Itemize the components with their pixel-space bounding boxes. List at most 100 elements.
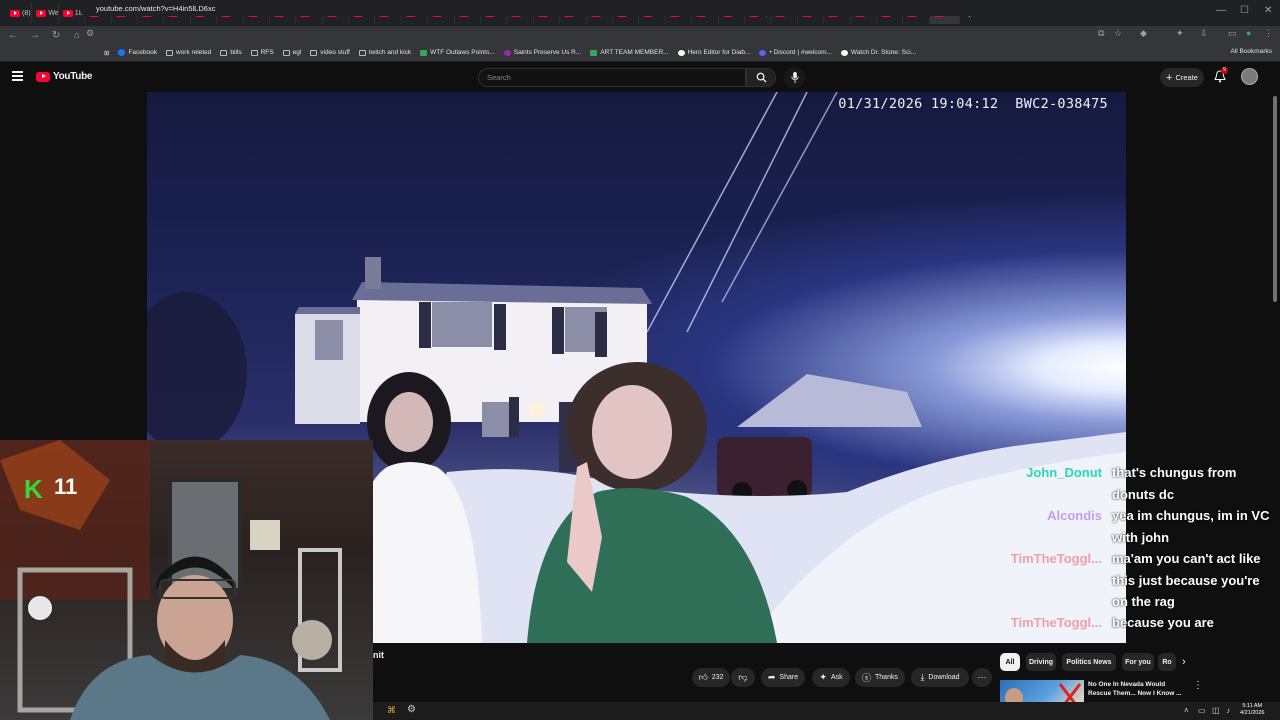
chat-text: because you are bbox=[1112, 615, 1214, 630]
bookmark-label: • Discord | #welcom... bbox=[769, 49, 832, 56]
share-icon: ➦ bbox=[767, 672, 776, 682]
browser-menu-icon[interactable]: ⋮ bbox=[1264, 28, 1273, 39]
browser-tab-label: We bbox=[48, 9, 58, 17]
profile-icon[interactable]: ● bbox=[1246, 28, 1251, 38]
bookmark-label: Saints Preserve Us R... bbox=[513, 49, 582, 56]
share-button[interactable]: ➦ Share bbox=[761, 668, 805, 687]
account-avatar[interactable] bbox=[1241, 68, 1258, 85]
close-window-icon[interactable]: ✕ bbox=[1264, 5, 1272, 16]
taskbar: ⌘ ⚙ bbox=[373, 702, 1280, 720]
page-icon bbox=[503, 49, 511, 56]
page-scrollbar[interactable] bbox=[1273, 96, 1277, 302]
filter-chip[interactable]: Ro bbox=[1158, 653, 1176, 671]
filter-chip[interactable]: Politics News bbox=[1062, 653, 1116, 671]
chat-username: TimTheToggl... bbox=[1010, 615, 1102, 630]
taskbar-app-icon[interactable]: ⌘ bbox=[387, 705, 396, 716]
bodycam-timestamp: 01/31/2026 19:04:12 BWC2-038475 bbox=[838, 96, 1108, 112]
bookmark-item[interactable]: • Discord | #welcom... bbox=[759, 49, 832, 56]
network-icon[interactable]: ▭ bbox=[1198, 706, 1206, 715]
minimize-icon[interactable]: — bbox=[1216, 5, 1226, 16]
k-count: 11 bbox=[54, 474, 78, 499]
browser-tab-label: (8) bbox=[22, 9, 31, 17]
notifications-button[interactable]: 9 bbox=[1214, 67, 1228, 84]
bookmark-item[interactable]: Saints Preserve Us R... bbox=[503, 49, 582, 56]
hamburger-menu-icon[interactable] bbox=[12, 71, 23, 81]
facebook-icon bbox=[118, 49, 126, 56]
bookmark-item[interactable]: Facebook bbox=[118, 49, 157, 56]
back-icon[interactable]: ← bbox=[8, 30, 22, 41]
recommendation-title[interactable]: No One In Nevada Would Rescue Them... No… bbox=[1088, 680, 1188, 698]
more-actions-button[interactable]: ⋯ bbox=[972, 668, 992, 687]
more-vertical-icon[interactable]: ⋮ bbox=[1193, 680, 1203, 691]
folder-icon bbox=[250, 49, 258, 56]
bookmark-star-icon[interactable]: ☆ bbox=[1114, 28, 1122, 39]
url-field[interactable]: youtube.com/watch?v=H4in5lLD6xc bbox=[80, 2, 1100, 16]
voice-search-button[interactable] bbox=[784, 67, 805, 88]
microphone-icon bbox=[790, 72, 799, 83]
bookmark-item[interactable]: egl bbox=[282, 49, 301, 56]
bookmark-label: work releted bbox=[176, 49, 212, 56]
youtube-play-icon bbox=[36, 71, 50, 82]
ask-button[interactable]: ✦ Ask bbox=[812, 668, 850, 687]
thumbs-up-icon: 👍︎ bbox=[698, 672, 708, 682]
thanks-button[interactable]: ⓢ Thanks bbox=[855, 668, 905, 687]
bookmark-label: twitch and kick bbox=[368, 49, 412, 56]
bookmark-label: Facebook bbox=[128, 49, 157, 56]
bookmark-item[interactable]: video stuff bbox=[310, 49, 350, 56]
bookmark-item[interactable]: ART TEAM MEMBER... bbox=[590, 49, 669, 56]
bookmark-item[interactable]: work releted bbox=[166, 49, 211, 56]
filter-chip[interactable]: All bbox=[1000, 653, 1020, 671]
maximize-icon[interactable]: ☐ bbox=[1240, 5, 1249, 16]
bookmark-label: WTF Outlaws Points... bbox=[430, 49, 495, 56]
all-bookmarks-button[interactable]: All Bookmarks bbox=[1230, 48, 1272, 55]
bookmark-item[interactable]: Hero Editor for Diab... bbox=[677, 49, 750, 56]
create-button[interactable]: + Create bbox=[1160, 68, 1204, 87]
sparkle-icon: ✦ bbox=[819, 672, 827, 682]
extensions-puzzle-icon[interactable]: ✦ bbox=[1176, 28, 1184, 39]
forward-icon[interactable]: → bbox=[30, 30, 44, 41]
tray-chevron-icon[interactable]: ˄ bbox=[1184, 706, 1189, 715]
bookmark-item[interactable]: RFS bbox=[250, 49, 274, 56]
bookmark-item[interactable]: bills bbox=[220, 49, 242, 56]
bookmark-label: Watch Dr. Stone: Sci... bbox=[850, 49, 917, 56]
system-clock[interactable]: 5:11 AM 4/21/2026 bbox=[1240, 703, 1264, 717]
folder-icon bbox=[310, 49, 318, 56]
apps-icon[interactable]: ⊞ bbox=[104, 49, 109, 57]
plus-icon: + bbox=[1166, 71, 1173, 84]
filter-chip[interactable]: For you bbox=[1122, 653, 1154, 671]
downloads-icon[interactable]: ⇩ bbox=[1200, 28, 1208, 39]
browser-tab[interactable]: We bbox=[32, 2, 59, 24]
bookmark-label: ART TEAM MEMBER... bbox=[600, 49, 669, 56]
like-button[interactable]: 👍︎ 232 bbox=[692, 668, 730, 687]
download-button[interactable]: ⤓ Download bbox=[911, 668, 969, 687]
bookmark-item[interactable]: Watch Dr. Stone: Sci... bbox=[840, 49, 917, 56]
thanks-icon: ⓢ bbox=[862, 673, 872, 683]
bookmark-item[interactable]: twitch and kick bbox=[358, 49, 412, 56]
search-icon bbox=[756, 72, 767, 83]
volume-icon[interactable]: ♪ bbox=[1226, 706, 1230, 715]
streamer-webcam: K 11 bbox=[0, 440, 373, 720]
browser-tab[interactable]: (8) bbox=[6, 2, 33, 24]
more-horizontal-icon: ⋯ bbox=[977, 672, 987, 682]
site-info-icon[interactable]: ⚙ bbox=[86, 28, 94, 39]
search-button[interactable] bbox=[746, 68, 776, 87]
chat-text: yea im chungus, im in VC with john bbox=[1112, 508, 1270, 545]
cast-icon[interactable]: ▭ bbox=[1228, 28, 1237, 39]
youtube-logo[interactable]: YouTube bbox=[36, 71, 93, 82]
bookmark-label: RFS bbox=[260, 49, 274, 56]
chat-message: TimTheToggl... ma'am you can't act like t… bbox=[1008, 548, 1278, 613]
chat-text: that's chungus from donuts dc bbox=[1112, 465, 1237, 502]
install-icon[interactable]: ⧉ bbox=[1098, 28, 1104, 39]
reload-icon[interactable]: ↻ bbox=[52, 30, 66, 41]
filter-chip[interactable]: Driving bbox=[1026, 653, 1056, 671]
chevron-right-icon[interactable]: › bbox=[1182, 656, 1186, 668]
extension-icon[interactable]: ◆ bbox=[1140, 28, 1147, 39]
wifi-icon[interactable]: ◫ bbox=[1212, 706, 1220, 715]
dislike-button[interactable]: 👎︎ bbox=[731, 668, 755, 687]
bookmark-item[interactable]: WTF Outlaws Points... bbox=[420, 49, 495, 56]
folder-icon bbox=[358, 49, 366, 56]
settings-gear-icon[interactable]: ⚙ bbox=[407, 704, 416, 715]
search-input[interactable]: Search bbox=[478, 68, 746, 87]
youtube-logo-text: YouTube bbox=[53, 71, 93, 82]
chat-username: Alcondis bbox=[1047, 508, 1102, 523]
